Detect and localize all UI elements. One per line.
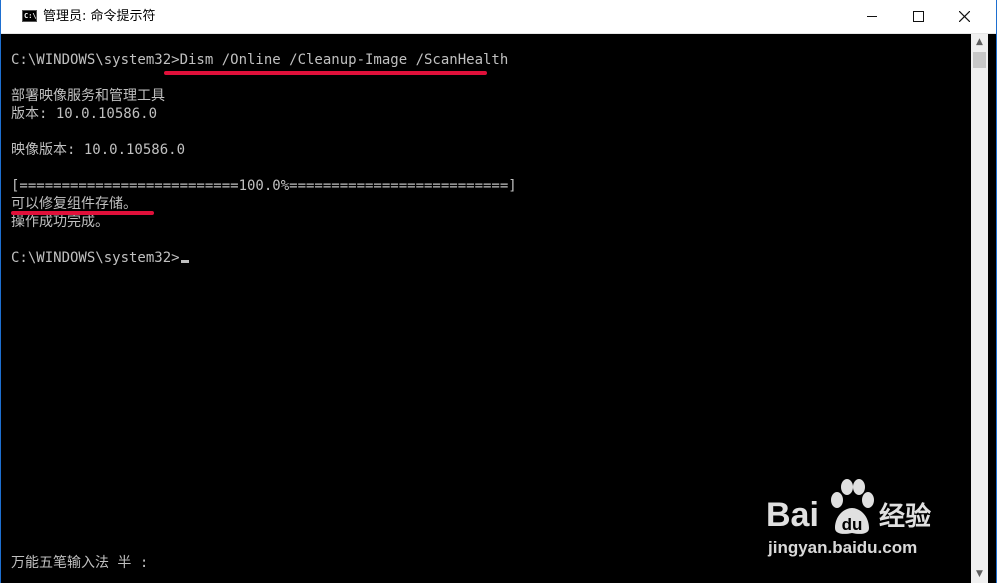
console-line-version: 版本: 10.0.10586.0	[11, 106, 158, 122]
watermark-brand: Bai	[766, 496, 819, 534]
console-line-progress: [==========================100.0%=======…	[11, 178, 517, 194]
close-icon	[959, 11, 970, 22]
vertical-scrollbar[interactable]: ▲ ▼	[971, 34, 988, 583]
maximize-button[interactable]	[895, 0, 941, 33]
window-title: 管理员: 命令提示符	[43, 9, 156, 24]
console-line-image-version: 映像版本: 10.0.10586.0	[11, 142, 186, 158]
minimize-icon	[867, 16, 877, 17]
scroll-up-arrow-icon[interactable]: ▲	[971, 34, 988, 51]
console-line-prompt: C:\WINDOWS\system32>	[11, 249, 189, 267]
console-line-tool-name: 部署映像服务和管理工具	[11, 88, 165, 104]
maximize-icon	[913, 11, 924, 22]
ime-status-bar: 万能五笔输入法 半 :	[11, 555, 149, 571]
scroll-thumb[interactable]	[973, 52, 986, 68]
scroll-down-arrow-icon[interactable]: ▼	[971, 566, 988, 583]
watermark-url: jingyan.baidu.com	[768, 538, 918, 557]
minimize-button[interactable]	[849, 0, 895, 33]
title-bar[interactable]: C:\ 管理员: 命令提示符	[1, 0, 996, 34]
text-cursor	[180, 260, 189, 263]
prompt-text: C:\WINDOWS\system32>	[11, 250, 180, 266]
close-button[interactable]	[941, 0, 987, 33]
console-line-command: C:\WINDOWS\system32>Dism /Online /Cleanu…	[11, 52, 509, 68]
baidu-paw-icon: du	[831, 479, 874, 534]
command-prompt-window: C:\ 管理员: 命令提示符 C:\WINDOWS\system32>Dism …	[0, 0, 997, 583]
watermark-suffix: 经验	[879, 502, 932, 532]
command-underline-annotation	[164, 71, 487, 75]
result-underline-annotation	[11, 211, 154, 215]
baidu-jingyan-watermark: Bai du 经验 jingyan.baidu.com	[761, 478, 961, 568]
console-line-success: 操作成功完成。	[11, 214, 109, 230]
svg-text:du: du	[842, 515, 863, 534]
cmd-icon: C:\	[22, 10, 37, 22]
